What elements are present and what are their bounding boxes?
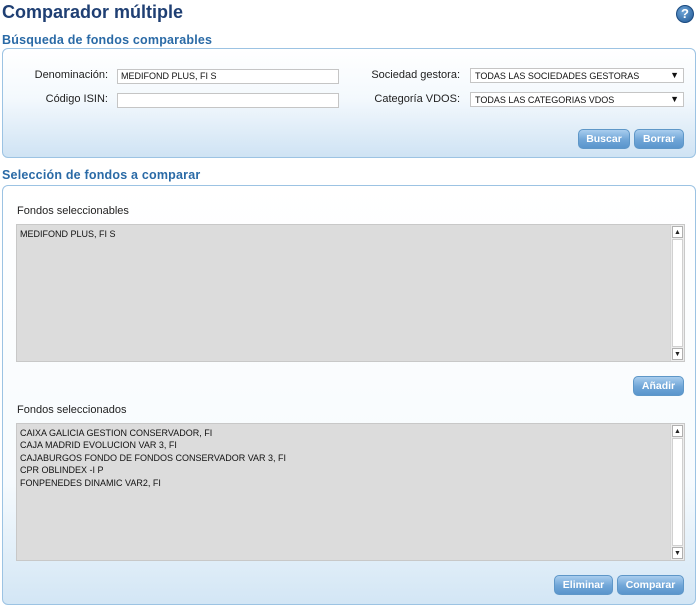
remove-button[interactable]: Eliminar [554,575,613,595]
compare-button[interactable]: Comparar [617,575,684,595]
scroll-track[interactable] [672,438,683,546]
selected-listbox[interactable]: CAIXA GALICIA GESTION CONSERVADOR, FI CAJ… [16,423,685,561]
list-item[interactable]: CAJA MADRID EVOLUCION VAR 3, FI [20,439,668,451]
selectable-listbox[interactable]: MEDIFOND PLUS, FI S ▲ ▼ [16,224,685,362]
list-item[interactable]: FONPENEDES DINAMIC VAR2, FI [20,477,668,489]
selection-section-title: Selección de fondos a comparar [2,168,201,182]
chevron-down-icon: ▼ [670,94,679,104]
arrow-down-icon[interactable]: ▼ [672,547,683,559]
list-item[interactable]: MEDIFOND PLUS, FI S [20,228,668,240]
list-item[interactable]: CAJABURGOS FONDO DE FONDOS CONSERVADOR V… [20,452,668,464]
categoria-select-value: TODAS LAS CATEGORIAS VDOS [475,95,615,105]
gestora-select[interactable]: TODAS LAS SOCIEDADES GESTORAS ▼ [470,68,684,83]
add-button[interactable]: Añadir [633,376,684,396]
categoria-select[interactable]: TODAS LAS CATEGORIAS VDOS ▼ [470,92,684,107]
arrow-down-icon[interactable]: ▼ [672,348,683,360]
selected-items: CAIXA GALICIA GESTION CONSERVADOR, FI CAJ… [20,427,668,489]
selected-label: Fondos seleccionados [17,404,127,416]
arrow-up-icon[interactable]: ▲ [672,226,683,238]
selection-panel: Fondos seleccionables MEDIFOND PLUS, FI … [2,185,696,605]
search-section-title: Búsqueda de fondos comparables [2,33,213,47]
isin-label: Código ISIN: [45,93,108,105]
categoria-label: Categoría VDOS: [374,93,460,105]
help-icon[interactable]: ? [676,5,694,23]
chevron-down-icon: ▼ [670,70,679,80]
list-item[interactable]: CAIXA GALICIA GESTION CONSERVADOR, FI [20,427,668,439]
isin-input[interactable] [117,93,339,108]
selectable-items: MEDIFOND PLUS, FI S [20,228,668,240]
denominacion-label: Denominación: [34,69,108,81]
gestora-select-value: TODAS LAS SOCIEDADES GESTORAS [475,71,640,81]
buscar-button[interactable]: Buscar [578,129,630,149]
search-panel: Denominación: MEDIFOND PLUS, FI S Código… [2,48,696,158]
denominacion-input[interactable]: MEDIFOND PLUS, FI S [117,69,339,84]
gestora-label: Sociedad gestora: [371,69,460,81]
scroll-track[interactable] [672,239,683,347]
list-item[interactable]: CPR OBLINDEX -I P [20,464,668,476]
arrow-up-icon[interactable]: ▲ [672,425,683,437]
selected-scrollbar[interactable]: ▲ ▼ [670,424,684,560]
page-title: Comparador múltiple [2,2,184,22]
selectable-scrollbar[interactable]: ▲ ▼ [670,225,684,361]
selectable-label: Fondos seleccionables [17,205,129,217]
borrar-button[interactable]: Borrar [634,129,684,149]
